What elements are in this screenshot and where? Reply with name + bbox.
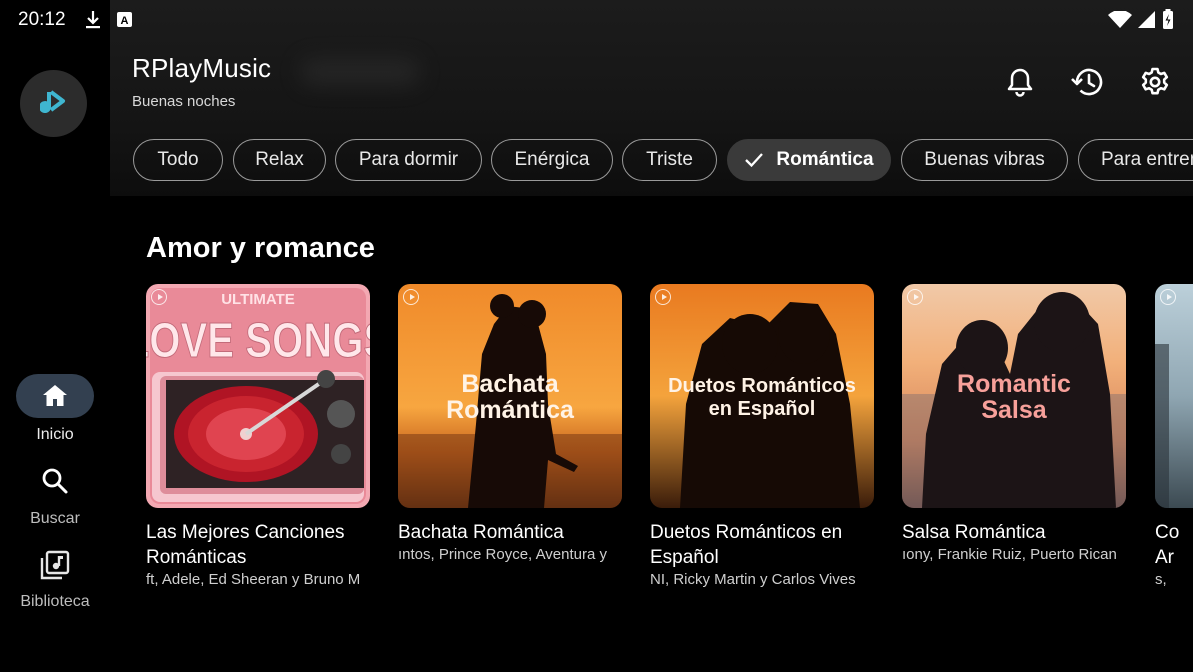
chip-label: Para dormir — [358, 149, 459, 170]
play-badge-icon — [151, 289, 167, 305]
status-time: 20:12 — [18, 9, 66, 30]
history-icon — [1071, 68, 1103, 96]
chip-label: Triste — [646, 149, 693, 170]
nav-pill-active[interactable] — [16, 374, 94, 418]
battery-icon — [1162, 9, 1174, 35]
playlist-cover[interactable]: Romantic Salsa — [902, 284, 1126, 508]
playlist-title: Las Mejores Canciones Románticas — [146, 522, 345, 568]
home-icon — [43, 385, 67, 406]
chip-label: Romántica — [776, 149, 874, 170]
playlist-cover[interactable]: ULTIMATE LOVE SONGS — [146, 284, 370, 508]
chip-para-dormir[interactable]: Para dormir — [335, 139, 482, 181]
play-badge-icon — [655, 289, 671, 305]
nav-pill-biblioteca[interactable] — [16, 549, 94, 581]
playlist-title: Co Ar — [1155, 522, 1180, 568]
chip-label: Todo — [157, 149, 199, 170]
play-badge-icon — [907, 289, 923, 305]
playlist-artists: ıony, Frankie Ruiz, Puerto Rican — [902, 546, 1117, 563]
playlist-artists: ft, Adele, Ed Sheeran y Bruno M — [146, 571, 361, 588]
nav-item-buscar[interactable]: Buscar — [0, 466, 110, 528]
svg-text:Romantic: Romantic — [957, 370, 1071, 398]
nav-pill-buscar[interactable] — [16, 466, 94, 496]
library-icon — [40, 550, 70, 580]
greeting-text: Buenas noches — [132, 93, 236, 110]
app-title: RPlayMusic — [132, 53, 272, 83]
chip-romantica[interactable]: Romántica — [727, 139, 891, 181]
svg-text:Bachata: Bachata — [461, 370, 559, 398]
header-blur-decoration — [300, 58, 420, 86]
playlist-card[interactable]: Romantic Salsa Salsa Romántica ıony, Fra… — [902, 284, 1126, 563]
chip-label: Enérgica — [514, 149, 590, 170]
notifications-icon — [1007, 68, 1033, 97]
chip-relax[interactable]: Relax — [233, 139, 326, 181]
chip-label: Relax — [255, 149, 304, 170]
notifications-button[interactable] — [1002, 64, 1038, 100]
check-icon — [744, 152, 764, 168]
signal-icon — [1138, 11, 1155, 33]
playlist-artists: ıntos, Prince Royce, Aventura y — [398, 546, 607, 563]
playlist-title: Duetos Románticos en Español — [650, 522, 843, 568]
wifi-icon — [1108, 10, 1132, 34]
svg-text:en Español: en Español — [709, 398, 816, 420]
playlist-card[interactable]: ULTIMATE LOVE SONGS Las Mejores Cancione… — [146, 284, 370, 588]
playlist-card[interactable]: Co Ar s, — [1155, 284, 1193, 588]
search-icon — [42, 468, 68, 494]
playlist-artists: s, — [1155, 571, 1167, 588]
chip-todo[interactable]: Todo — [133, 139, 223, 181]
svg-text:ULTIMATE: ULTIMATE — [221, 291, 295, 308]
playlist-artists: NI, Ricky Martin y Carlos Vives — [650, 571, 856, 588]
music-note-logo-icon — [39, 89, 65, 113]
chip-label: Para entrenar — [1101, 149, 1193, 170]
download-icon — [84, 10, 102, 35]
chip-label: Buenas vibras — [924, 149, 1045, 170]
chip-energica[interactable]: Enérgica — [491, 139, 613, 181]
settings-icon — [1141, 67, 1169, 95]
settings-button[interactable] — [1137, 64, 1173, 100]
mood-chip-row: Todo Relax Para dormir Enérgica Triste R… — [133, 139, 1193, 185]
status-bar: 20:12 A — [0, 0, 1193, 40]
svg-text:Salsa: Salsa — [981, 396, 1047, 424]
playlist-cover[interactable]: Bachata Romántica — [398, 284, 622, 508]
svg-text:LOVE SONGS: LOVE SONGS — [146, 313, 370, 368]
nav-item-biblioteca[interactable]: Biblioteca — [0, 549, 110, 611]
playlist-cover[interactable] — [1155, 284, 1193, 508]
chip-para-entrenar[interactable]: Para entrenar — [1078, 139, 1193, 181]
svg-text:A: A — [121, 15, 129, 27]
svg-text:Duetos Románticos: Duetos Románticos — [668, 375, 856, 397]
nav-label-inicio: Inicio — [36, 426, 74, 443]
playlist-title: Bachata Romántica — [398, 522, 564, 543]
section-title: Amor y romance — [146, 232, 375, 264]
playlist-card[interactable]: Duetos Románticos en Español Duetos Romá… — [650, 284, 874, 588]
app-logo[interactable] — [20, 70, 87, 137]
nav-label-buscar: Buscar — [30, 510, 80, 527]
a-notification-icon: A — [117, 12, 132, 32]
playlist-cover[interactable]: Duetos Románticos en Español — [650, 284, 874, 508]
playlist-card[interactable]: Bachata Romántica Bachata Romántica ınto… — [398, 284, 622, 563]
nav-label-biblioteca: Biblioteca — [20, 593, 90, 610]
history-button[interactable] — [1069, 64, 1105, 100]
chip-triste[interactable]: Triste — [622, 139, 717, 181]
play-badge-icon — [1160, 289, 1176, 305]
nav-item-inicio[interactable]: Inicio — [0, 374, 110, 444]
play-badge-icon — [403, 289, 419, 305]
chip-buenas-vibras[interactable]: Buenas vibras — [901, 139, 1068, 181]
svg-text:Romántica: Romántica — [446, 396, 575, 424]
playlist-title: Salsa Romántica — [902, 522, 1046, 543]
